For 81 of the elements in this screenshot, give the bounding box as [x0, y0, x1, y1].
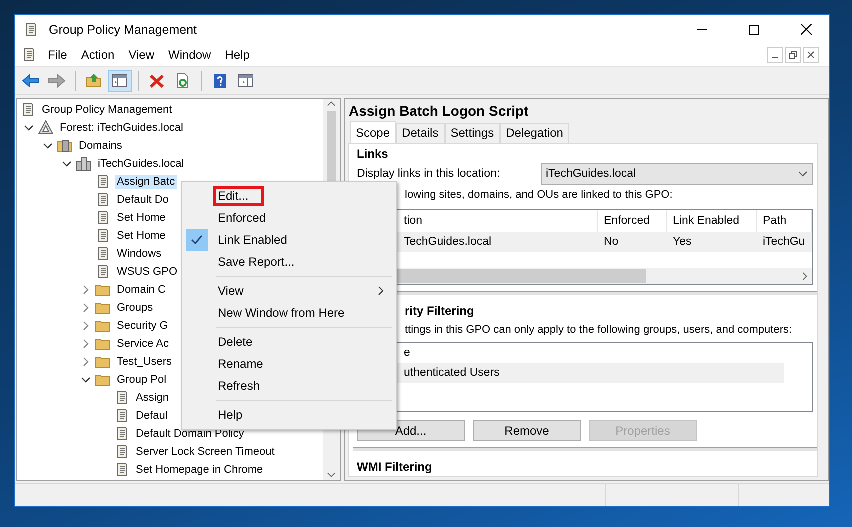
section-heading: Links [357, 146, 390, 163]
maximize-icon [749, 24, 759, 34]
folder-up-icon [86, 72, 102, 88]
section-heading: rity Filtering [404, 302, 476, 320]
tree-item[interactable]: Group Pol [115, 373, 169, 387]
details-title: Assign Batch Logon Script [348, 102, 530, 121]
tree-item[interactable]: Security G [115, 319, 170, 333]
tree-item[interactable]: WSUS GPO [115, 265, 180, 279]
minimize-icon [771, 57, 779, 59]
forward-arrow-icon [48, 72, 66, 88]
restore-icon [789, 51, 797, 59]
tree-item[interactable]: Assign Batc [115, 175, 178, 189]
chevron-icon[interactable] [43, 141, 53, 151]
tab[interactable]: Scope [350, 121, 396, 143]
menu-item[interactable]: Refresh [216, 379, 262, 393]
field-label: Display links in this location: [357, 168, 502, 180]
tree-item[interactable]: Defaul [134, 409, 170, 423]
tree-item[interactable]: Set Home [115, 229, 168, 243]
close-button[interactable] [803, 47, 819, 63]
chevron-icon[interactable] [62, 159, 72, 169]
table-cell-text: iTechGu [762, 236, 806, 248]
tree-pane-icon [112, 72, 128, 88]
menu-item[interactable]: View [122, 46, 162, 64]
scroll-down-icon[interactable] [327, 472, 336, 478]
table-cell-text: Yes [672, 236, 693, 248]
table-cell-text: TechGuides.local [403, 236, 493, 248]
menu-item[interactable]: Link Enabled [216, 233, 290, 247]
menu-item[interactable]: Save Report... [216, 255, 297, 269]
tree-item[interactable]: Default Do [115, 193, 171, 207]
menu-item[interactable]: Window [162, 46, 218, 64]
tree-item[interactable]: Groups [115, 301, 156, 315]
section-heading: WMI Filtering [357, 459, 434, 476]
scroll-right-icon[interactable] [802, 272, 808, 280]
tree-item[interactable]: Domains [77, 139, 124, 153]
tree-item[interactable]: Service Ac [115, 337, 171, 351]
menu-item[interactable]: Enforced [216, 211, 268, 225]
tree-item[interactable]: Server Lock Screen Timeout [134, 445, 277, 459]
menu-item[interactable]: Edit... [213, 186, 264, 206]
menu-item[interactable]: View [216, 284, 246, 298]
folder-icon [57, 138, 73, 154]
help-icon [212, 72, 228, 88]
close-icon [800, 24, 812, 35]
delete-icon [149, 72, 165, 88]
close-icon [807, 51, 815, 59]
chevron-icon[interactable] [24, 123, 34, 133]
tab[interactable]: Delegation [500, 123, 570, 143]
action-pane-icon [238, 72, 254, 88]
refresh-icon [175, 72, 191, 88]
scroll-up-icon[interactable] [327, 101, 336, 107]
tree-item[interactable]: Set Home [115, 211, 168, 225]
tree-item[interactable]: Domain C [115, 283, 168, 297]
chevron-icon[interactable] [81, 375, 91, 385]
menu-item[interactable]: Rename [216, 357, 266, 371]
tree-item[interactable]: Forest: iTechGuides.local [58, 121, 186, 135]
menu-item[interactable]: Action [74, 46, 122, 64]
server-icon [76, 156, 92, 172]
menu-item[interactable]: File [41, 46, 74, 64]
action-button[interactable]: Remove [473, 420, 581, 442]
table-cell-text: No [603, 236, 620, 248]
minimize-icon [697, 28, 707, 30]
tab[interactable]: Settings [444, 123, 500, 143]
description-text: ttings in this GPO can only apply to the following groups, users, and computers: [404, 324, 794, 336]
menu-item[interactable]: Help [218, 46, 257, 64]
tree-item[interactable]: Set Homepage in Chrome [134, 463, 266, 477]
tree-item[interactable]: Group Policy Management [40, 103, 174, 117]
minimize-button[interactable] [767, 47, 783, 63]
menu-item[interactable]: Help [216, 408, 245, 422]
menu-item[interactable]: New Window from Here [216, 306, 347, 320]
tab[interactable]: Details [396, 123, 445, 143]
triangle-icon [38, 120, 54, 136]
tree-item[interactable]: Assign [134, 391, 172, 405]
toolbar-button[interactable] [108, 70, 132, 92]
tree-item[interactable]: Windows [115, 247, 164, 261]
restore-button[interactable] [785, 47, 801, 63]
tree-item[interactable]: iTechGuides.local [96, 157, 186, 171]
tree-item[interactable]: Test_Users [115, 355, 174, 369]
back-arrow-icon [22, 72, 40, 88]
location-dropdown[interactable]: iTechGuides.local [541, 163, 813, 185]
window-title: Group Policy Management [49, 22, 198, 36]
description-text: lowing sites, domains, and OUs are linked to this GPO: [404, 189, 674, 201]
menu-item[interactable]: Delete [216, 335, 255, 349]
